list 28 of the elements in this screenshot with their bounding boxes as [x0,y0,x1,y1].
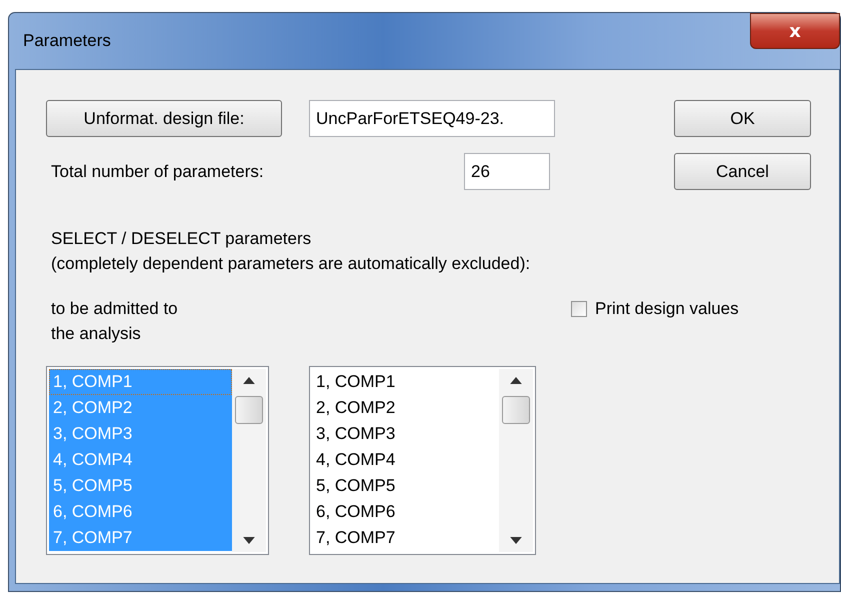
window-title: Parameters [23,31,111,51]
file-button[interactable]: Unformat. design file: [46,100,282,137]
list-item[interactable]: 1, COMP1 [312,369,499,395]
scroll-down-icon[interactable] [510,537,522,544]
scroll-up-icon[interactable] [243,377,255,384]
list-item[interactable]: 2, COMP2 [312,395,499,421]
ok-button[interactable]: OK [674,100,811,137]
scroll-up-icon[interactable] [510,377,522,384]
list-item[interactable]: 5, COMP5 [312,473,499,499]
total-label: Total number of parameters: [51,161,265,183]
scrollbar-thumb[interactable] [502,396,530,424]
scrollbar[interactable] [232,369,266,552]
close-button[interactable]: x [750,13,840,49]
scroll-down-icon[interactable] [243,537,255,544]
scrollbar[interactable] [499,369,533,552]
list-item[interactable]: 7, COMP7 [312,525,499,551]
list-item[interactable]: 6, COMP6 [312,499,499,525]
instruction-text: SELECT / DESELECT parameters [51,228,312,250]
list-item[interactable]: 3, COMP3 [312,421,499,447]
total-field[interactable]: 26 [464,153,550,190]
list-label: to be admitted to [51,298,179,320]
scrollbar-thumb[interactable] [235,396,263,424]
cancel-button[interactable]: Cancel [674,153,811,190]
print-design-values-checkbox[interactable]: Print design values [571,296,739,321]
file-field[interactable]: UncParForETSEQ49-23. [309,100,555,137]
list-item[interactable]: 4, COMP4 [312,447,499,473]
instruction-text: (completely dependent parameters are automatically excluded): [51,253,532,275]
list-label: the analysis [51,323,142,345]
